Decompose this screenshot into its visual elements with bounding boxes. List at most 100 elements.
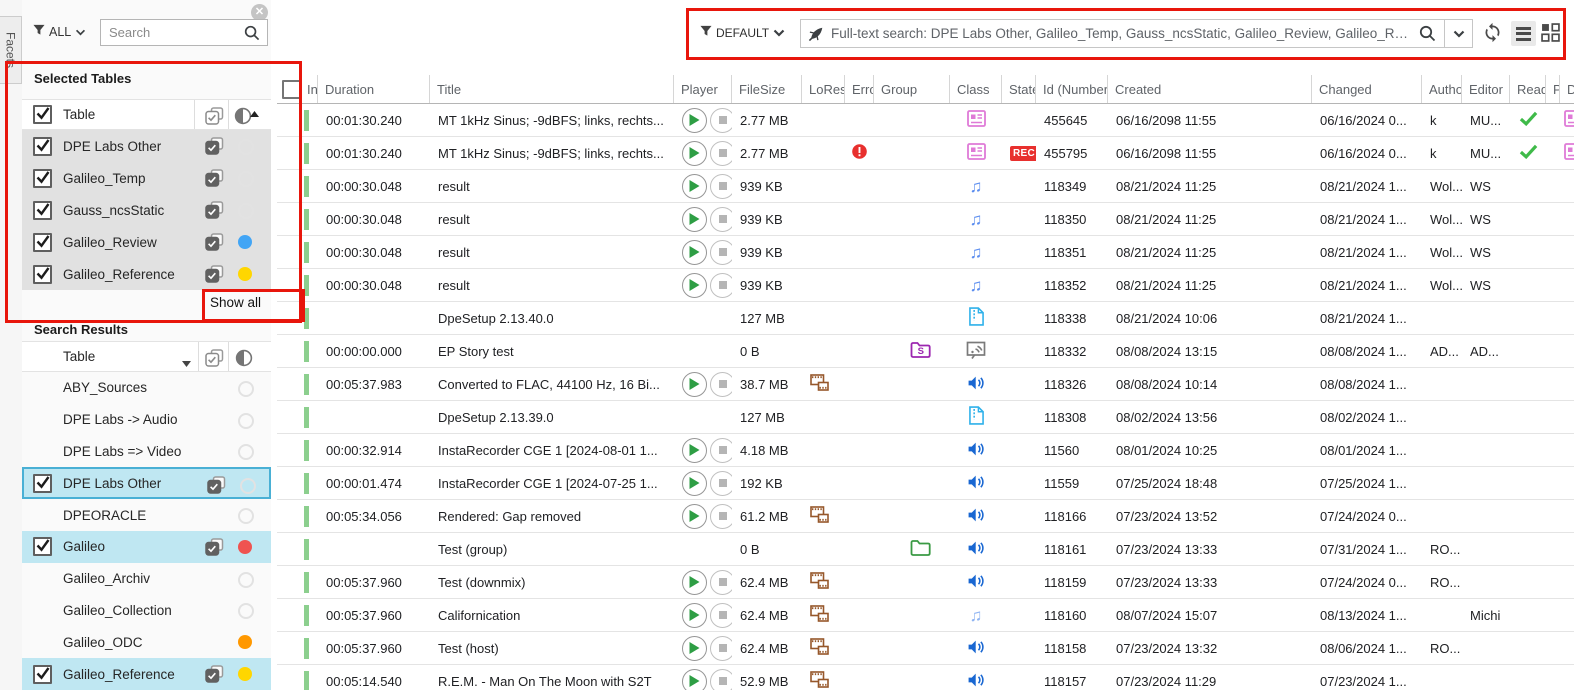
table-row[interactable]: 00:05:37.960Test (host)62.4 MB11815807/2… (277, 632, 1574, 665)
play-button[interactable] (682, 141, 707, 166)
multi-select-icon[interactable] (205, 107, 224, 128)
table-row[interactable]: 00:00:00.000EP Story test0 BS11833208/08… (277, 335, 1574, 368)
multi-select-icon[interactable] (205, 169, 224, 190)
col-header-changed[interactable]: Changed (1312, 75, 1422, 103)
facet-item-galileo-reference[interactable]: Galileo_Reference (22, 658, 271, 690)
facet-item-dpeoracle[interactable]: DPEORACLE (22, 499, 271, 531)
col-header-id-number-[interactable]: Id (Number) (1036, 75, 1108, 103)
multi-select-icon[interactable] (205, 665, 224, 686)
facet-checkbox[interactable] (33, 537, 52, 556)
table-row[interactable]: 00:05:14.540R.E.M. - Man On The Moon wit… (277, 665, 1574, 690)
fulltext-search-input[interactable]: Full-text search: DPE Labs Other, Galile… (831, 26, 1417, 41)
facet-checkbox[interactable] (33, 137, 52, 156)
table-row[interactable]: 00:00:30.048result939 KB♫11835008/21/202… (277, 203, 1574, 236)
col-header-title[interactable]: Title (430, 75, 674, 103)
contrast-icon[interactable] (235, 349, 253, 370)
multi-select-icon[interactable] (205, 137, 224, 158)
table-row[interactable]: 00:00:32.914InstaRecorder CGE 1 [2024-08… (277, 434, 1574, 467)
col-header-state[interactable]: State (1002, 75, 1036, 103)
facet-item-galileo[interactable]: Galileo (22, 531, 271, 563)
stop-button[interactable] (710, 438, 732, 463)
facet-item-galileo-reference[interactable]: Galileo_Reference (22, 258, 271, 290)
table-row[interactable]: 00:00:30.048result939 KB♫11834908/21/202… (277, 170, 1574, 203)
table-row[interactable]: 00:00:30.048result939 KB♫11835208/21/202… (277, 269, 1574, 302)
table-row[interactable]: 00:01:30.240MT 1kHz Sinus; -9dBFS; links… (277, 137, 1574, 170)
table-row[interactable]: Test (group)0 B11816107/23/2024 13:3307/… (277, 533, 1574, 566)
select-all-checkbox[interactable] (282, 80, 300, 99)
multi-select-icon[interactable] (205, 538, 224, 559)
play-button[interactable] (682, 471, 707, 496)
table-row[interactable]: DpeSetup 2.13.40.0127 MB11833808/21/2024… (277, 302, 1574, 335)
facet-item-galileo-archiv[interactable]: Galileo_Archiv (22, 563, 271, 595)
stop-button[interactable] (710, 603, 732, 628)
stop-button[interactable] (710, 108, 732, 133)
play-button[interactable] (682, 603, 707, 628)
multi-select-icon[interactable] (205, 201, 224, 222)
facet-item-dpe-labs-other[interactable]: DPE Labs Other (22, 467, 271, 499)
grid-view-icon[interactable] (1541, 23, 1560, 47)
stop-button[interactable] (710, 174, 732, 199)
facet-filter-dropdown[interactable]: ALL (33, 24, 86, 39)
rocket-icon[interactable] (801, 26, 831, 42)
stop-button[interactable] (710, 504, 732, 529)
chevron-down-icon[interactable] (182, 355, 191, 370)
stop-button[interactable] (710, 240, 732, 265)
facet-item-galileo-temp[interactable]: Galileo_Temp (22, 162, 271, 194)
facet-item-dpe-labs-video[interactable]: DPE Labs => Video (22, 436, 271, 468)
facet-checkbox[interactable] (33, 233, 52, 252)
facet-checkbox[interactable] (33, 665, 52, 684)
multi-select-icon[interactable] (207, 476, 226, 497)
sort-caret-icon[interactable] (250, 105, 259, 120)
stop-button[interactable] (710, 471, 732, 496)
search-icon[interactable] (244, 25, 267, 41)
table-row[interactable]: 00:05:34.056Rendered: Gap removed61.2 MB… (277, 500, 1574, 533)
list-view-icon[interactable] (1511, 21, 1536, 46)
play-button[interactable] (682, 438, 707, 463)
play-button[interactable] (682, 669, 707, 690)
stop-button[interactable] (710, 669, 732, 690)
facet-checkbox[interactable] (33, 265, 52, 284)
play-button[interactable] (682, 108, 707, 133)
facet-item-dpe-labs-audio[interactable]: DPE Labs -> Audio (22, 404, 271, 436)
col-header-p[interactable]: P (1546, 75, 1560, 103)
facet-item-dpe-labs-other[interactable]: DPE Labs Other (22, 130, 271, 162)
play-button[interactable] (682, 207, 707, 232)
play-button[interactable] (682, 504, 707, 529)
facet-search-input[interactable] (101, 25, 244, 40)
col-header-player[interactable]: Player (674, 75, 732, 103)
col-header-editor[interactable]: Editor (1462, 75, 1510, 103)
stop-button[interactable] (710, 273, 732, 298)
table-row[interactable]: 00:05:37.983Converted to FLAC, 44100 Hz,… (277, 368, 1574, 401)
multi-select-icon[interactable] (205, 265, 224, 286)
multi-select-icon[interactable] (205, 349, 224, 370)
col-header-class[interactable]: Class (950, 75, 1002, 103)
col-header-lores[interactable]: LoRes (802, 75, 845, 103)
table-row[interactable]: DpeSetup 2.13.39.0127 MB11830808/02/2024… (277, 401, 1574, 434)
facet-item-galileo-review[interactable]: Galileo_Review (22, 226, 271, 258)
stop-button[interactable] (710, 570, 732, 595)
selected-tables-header-row[interactable]: Table (22, 99, 271, 130)
facet-item-galileo-odc[interactable]: Galileo_ODC (22, 626, 271, 658)
col-header-duration[interactable]: Duration (318, 75, 430, 103)
table-row[interactable]: 00:00:30.048result939 KB♫11835108/21/202… (277, 236, 1574, 269)
facet-item-aby-sources[interactable]: ABY_Sources (22, 372, 271, 404)
table-row[interactable]: 00:05:37.960Californication62.4 MB♫11816… (277, 599, 1574, 632)
facet-checkbox[interactable] (33, 201, 52, 220)
col-header-created[interactable]: Created (1108, 75, 1312, 103)
col-header-group[interactable]: Group (874, 75, 950, 103)
stop-button[interactable] (710, 636, 732, 661)
facet-item-gauss-ncsstatic[interactable]: Gauss_ncsStatic (22, 194, 271, 226)
search-options-dropdown[interactable] (1444, 20, 1472, 47)
col-header-author[interactable]: Author (1422, 75, 1462, 103)
refresh-icon[interactable] (1482, 22, 1503, 48)
col-header-d[interactable]: D (1560, 75, 1574, 103)
play-button[interactable] (682, 636, 707, 661)
search-results-header-row[interactable]: Table (22, 341, 271, 372)
stop-button[interactable] (710, 372, 732, 397)
facet-item-galileo-collection[interactable]: Galileo_Collection (22, 595, 271, 627)
col-header-error[interactable]: Error (845, 75, 874, 103)
table-row[interactable]: 00:00:01.474InstaRecorder CGE 1 [2024-07… (277, 467, 1574, 500)
multi-select-icon[interactable] (205, 233, 224, 254)
facet-checkbox[interactable] (33, 169, 52, 188)
facets-tab[interactable]: Facets (0, 16, 22, 84)
